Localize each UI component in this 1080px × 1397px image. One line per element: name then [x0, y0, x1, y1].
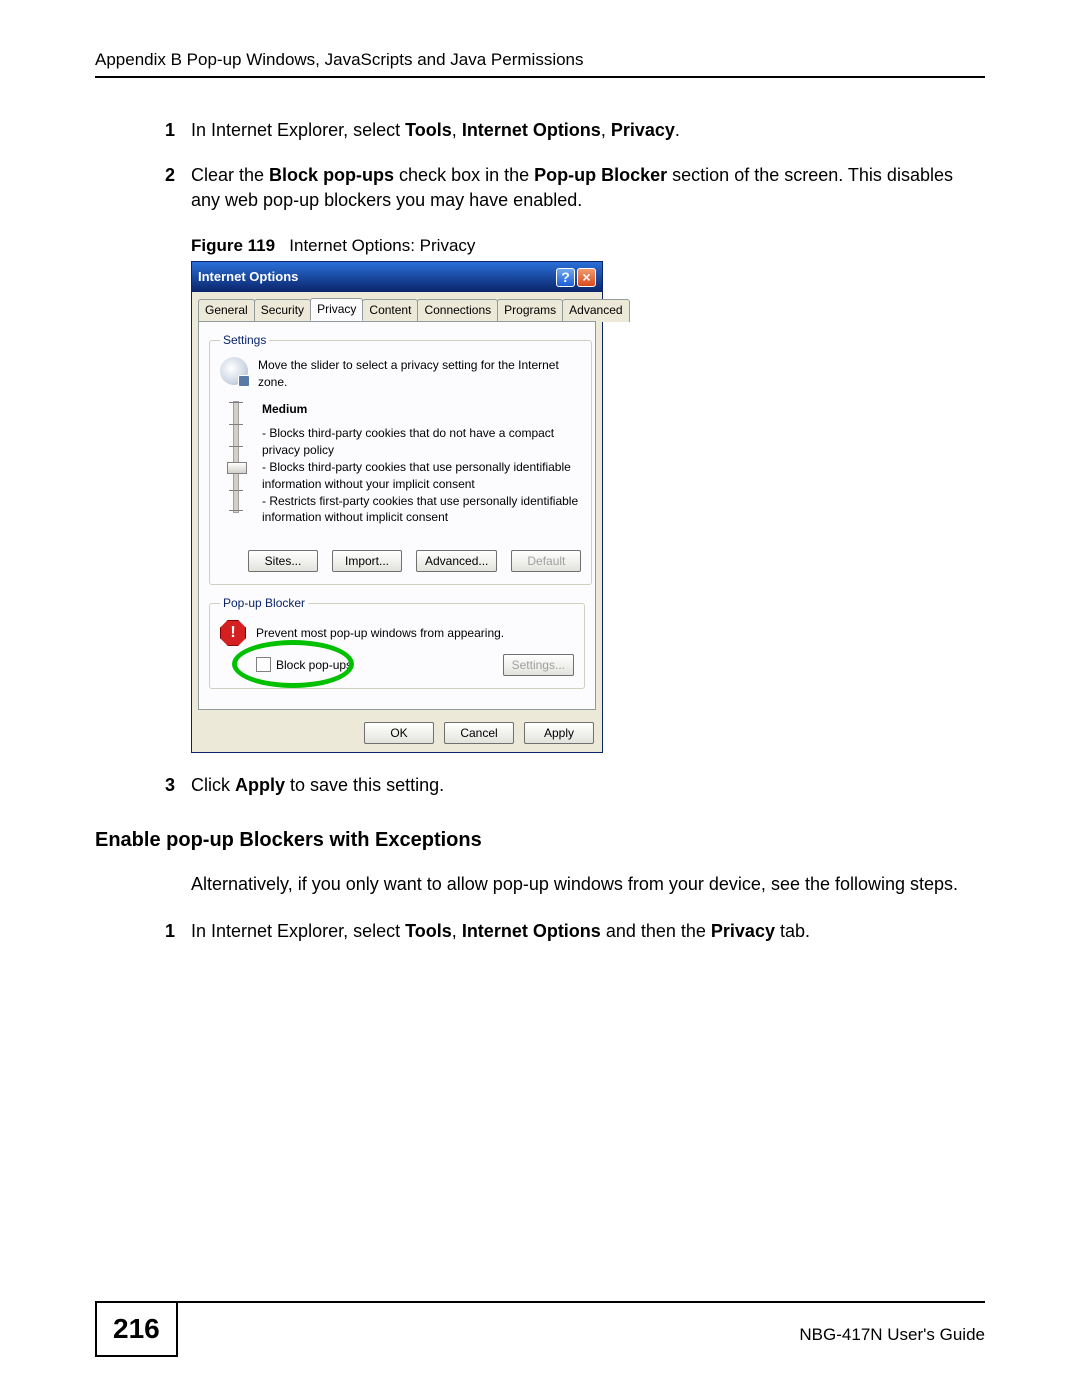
stop-icon: !: [220, 620, 246, 646]
tab-advanced[interactable]: Advanced: [562, 299, 629, 322]
step-text: In Internet Explorer, select Tools, Inte…: [191, 118, 680, 143]
ok-button[interactable]: OK: [364, 722, 434, 744]
tab-programs[interactable]: Programs: [497, 299, 563, 322]
tab-privacy[interactable]: Privacy: [310, 298, 363, 321]
slider-thumb-icon[interactable]: [227, 462, 247, 474]
settings-intro: Move the slider to select a privacy sett…: [258, 357, 581, 391]
settings-group: Settings Move the slider to select a pri…: [209, 332, 592, 585]
import-button[interactable]: Import...: [332, 550, 402, 572]
step-number: 2: [165, 163, 191, 213]
cancel-button[interactable]: Cancel: [444, 722, 514, 744]
globe-icon: [220, 357, 248, 385]
tab-content[interactable]: Content: [362, 299, 418, 322]
page-number: 216: [95, 1301, 178, 1357]
section-para: Alternatively, if you only want to allow…: [191, 872, 985, 897]
popup-intro: Prevent most pop-up windows from appeari…: [256, 625, 504, 642]
tab-general[interactable]: General: [198, 299, 255, 322]
page-header: Appendix B Pop-up Windows, JavaScripts a…: [95, 50, 985, 78]
internet-options-dialog: Internet Options ? × General Security Pr…: [191, 261, 603, 753]
privacy-description: - Blocks third-party cookies that do not…: [262, 425, 581, 526]
step-number: 3: [165, 773, 191, 798]
tab-body: Settings Move the slider to select a pri…: [198, 321, 596, 710]
settings-legend: Settings: [220, 332, 269, 349]
dialog-titlebar[interactable]: Internet Options ? ×: [192, 262, 602, 292]
popup-settings-button: Settings...: [503, 654, 574, 676]
main-content: 1 In Internet Explorer, select Tools, In…: [165, 118, 985, 944]
tab-connections[interactable]: Connections: [417, 299, 498, 322]
default-button: Default: [511, 550, 581, 572]
section-heading: Enable pop-up Blockers with Exceptions: [95, 826, 985, 854]
guide-name: NBG-417N User's Guide: [799, 1315, 985, 1345]
step-text: Clear the Block pop-ups check box in the…: [191, 163, 985, 213]
popup-legend: Pop-up Blocker: [220, 595, 308, 612]
dialog-title: Internet Options: [198, 268, 298, 286]
step-text: Click Apply to save this setting.: [191, 773, 444, 798]
block-popups-label: Block pop-ups: [276, 657, 352, 674]
apply-button[interactable]: Apply: [524, 722, 594, 744]
block-popups-checkbox[interactable]: [256, 657, 271, 672]
sites-button[interactable]: Sites...: [248, 550, 318, 572]
privacy-level: Medium: [262, 401, 581, 418]
page-footer: 216 NBG-417N User's Guide: [95, 1301, 985, 1357]
tab-security[interactable]: Security: [254, 299, 311, 322]
dialog-button-row: OK Cancel Apply: [192, 716, 602, 752]
step-2: 2 Clear the Block pop-ups check box in t…: [165, 163, 985, 213]
tab-strip: General Security Privacy Content Connect…: [192, 292, 602, 321]
step2-1: 1 In Internet Explorer, select Tools, In…: [165, 919, 985, 944]
popup-blocker-group: Pop-up Blocker ! Prevent most pop-up win…: [209, 595, 585, 689]
privacy-slider[interactable]: [226, 401, 246, 527]
step-number: 1: [165, 118, 191, 143]
appendix-title: Appendix B Pop-up Windows, JavaScripts a…: [95, 50, 584, 70]
step-3: 3 Click Apply to save this setting.: [165, 773, 985, 798]
help-icon[interactable]: ?: [556, 268, 575, 287]
step-number: 1: [165, 919, 191, 944]
advanced-button[interactable]: Advanced...: [416, 550, 497, 572]
figure-caption: Figure 119 Internet Options: Privacy: [191, 234, 985, 258]
close-icon[interactable]: ×: [577, 268, 596, 287]
step-1: 1 In Internet Explorer, select Tools, In…: [165, 118, 985, 143]
step-text: In Internet Explorer, select Tools, Inte…: [191, 919, 810, 944]
